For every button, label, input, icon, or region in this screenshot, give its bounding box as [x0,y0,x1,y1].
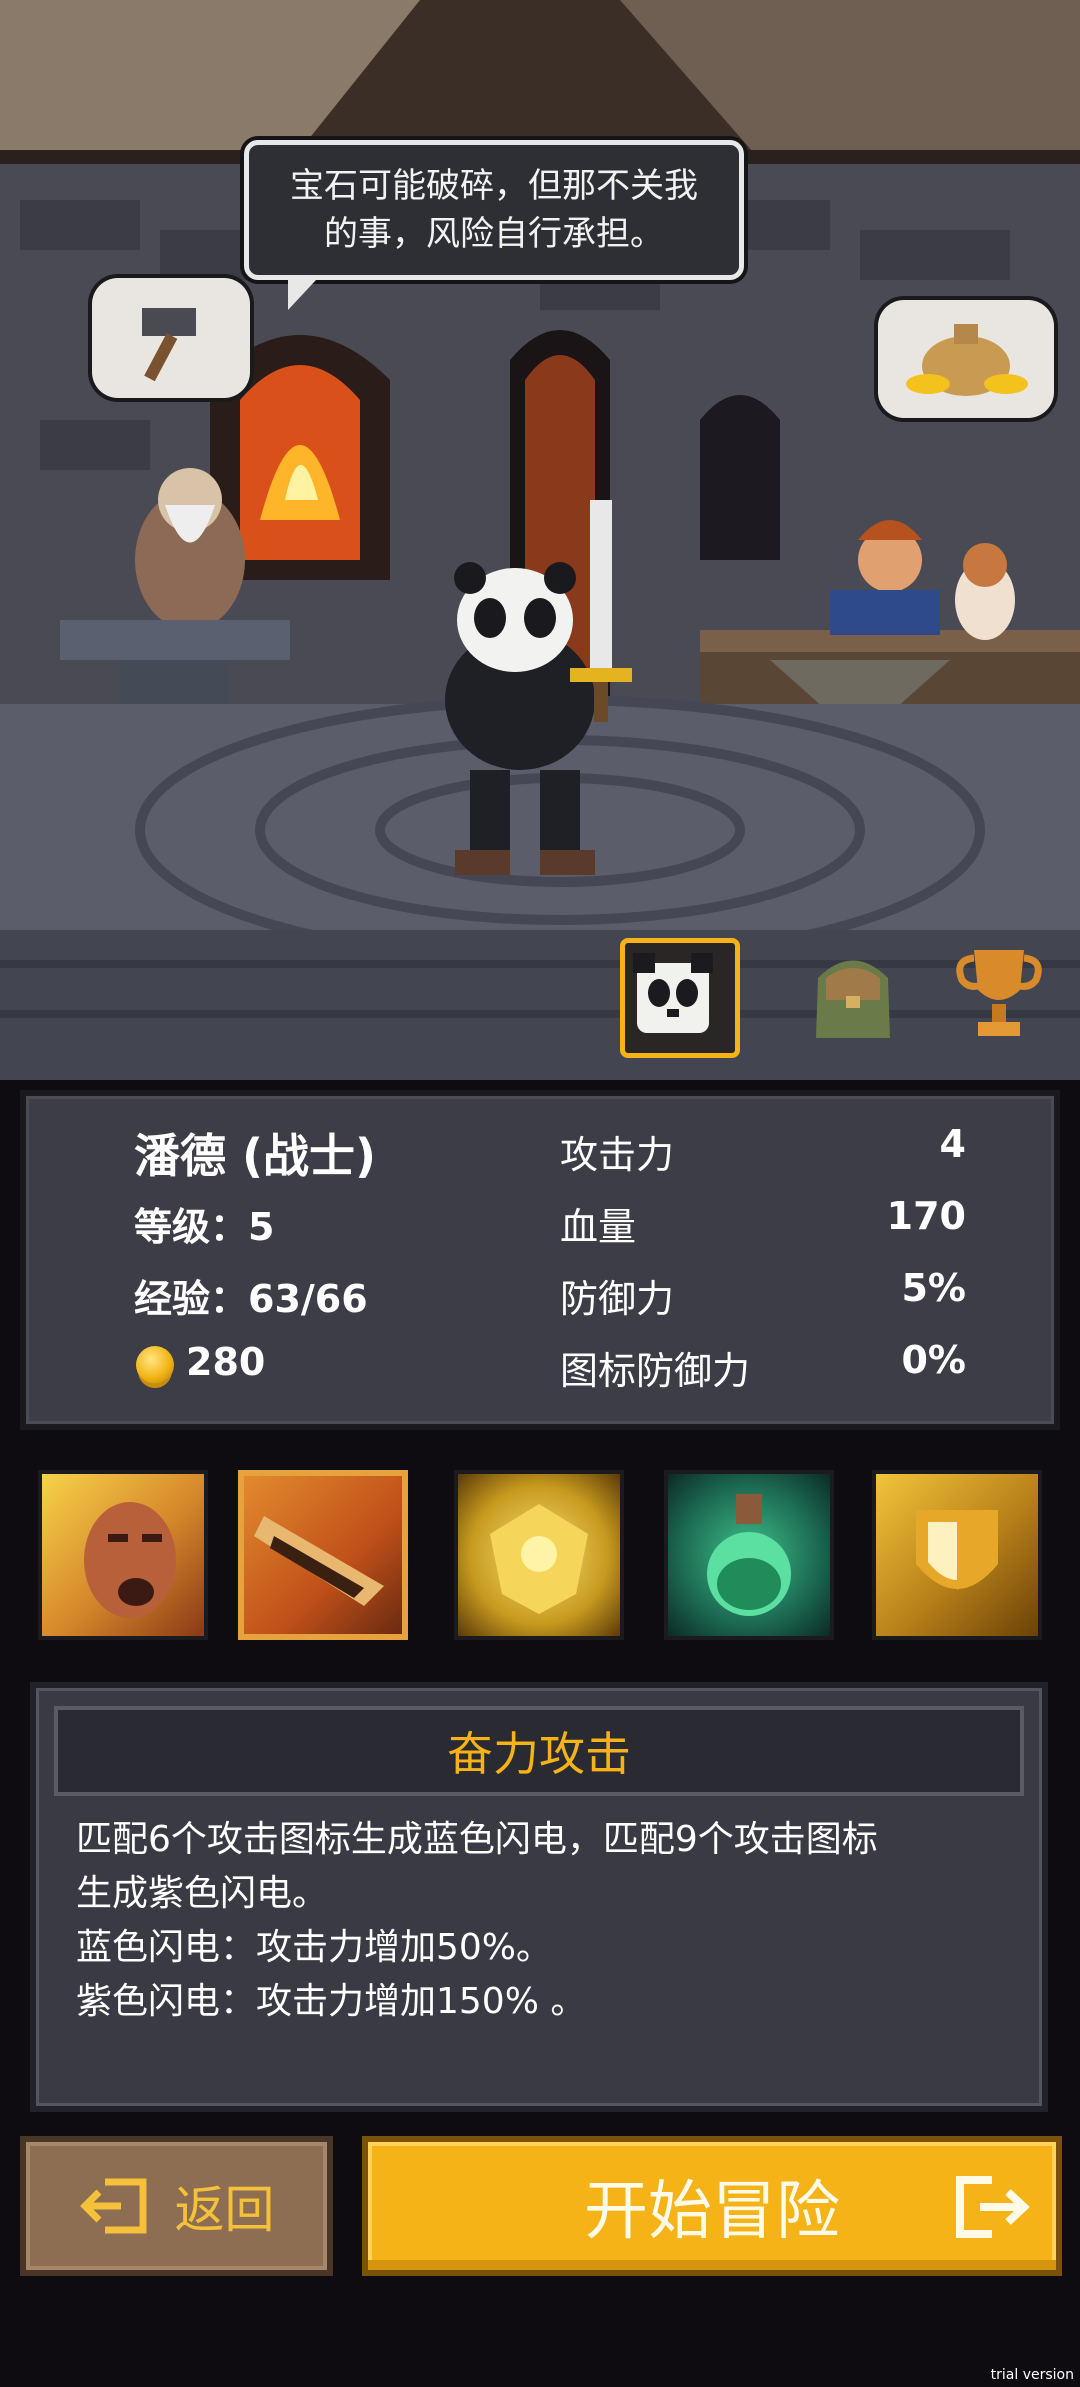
power-strike-icon [254,1516,384,1606]
description-line: 蓝色闪电：攻击力增加50%。 [76,1927,553,1968]
tab-inventory[interactable] [798,938,918,1058]
hp-value: 170 [886,1194,966,1238]
blacksmith-bubble[interactable] [92,278,250,398]
roar-icon [84,1502,176,1618]
hero-stats-panel: 潘德 (战士) 等级：5 经验：63/66 280 攻击力 4 血量 170 防… [20,1090,1060,1430]
hammer-icon [142,308,196,382]
start-adventure-button[interactable]: 开始冒险 [362,2136,1062,2276]
skill-description-panel: 奋力攻击 匹配6个攻击图标生成蓝色闪电，匹配9个攻击图标 生成紫色闪电。 蓝色闪… [30,1682,1048,2112]
skill-potion[interactable] [664,1470,834,1640]
potion-icon [707,1494,791,1616]
icon-defense-label: 图标防御力 [560,1349,751,1393]
exit-right-icon [956,2176,1030,2238]
icon-defense-value: 0% [901,1338,966,1382]
back-label: 返回 [174,2181,275,2239]
description-line: 生成紫色闪电。 [76,1873,329,1914]
skill-golden-armor[interactable] [454,1470,624,1640]
attack-value: 4 [939,1122,966,1166]
golden-armor-icon [490,1504,588,1614]
skill-power-strike[interactable] [238,1470,408,1640]
money-bag-icon [906,324,1028,396]
description-line: 匹配6个攻击图标生成蓝色闪电，匹配9个攻击图标 [76,1819,878,1860]
trial-watermark: trial version [990,2367,1074,2383]
shield-icon [916,1510,998,1590]
trophy-icon [956,950,1042,1036]
skill-roar[interactable] [38,1470,208,1640]
npc-speech-bubble: 宝石可能破碎，但那不关我的事，风险自行承担。 [244,140,744,280]
gold-coin-icon [136,1345,174,1384]
gold-amount: 280 [186,1340,266,1384]
tab-trophies[interactable] [944,938,1064,1058]
exit-left-icon [79,2178,146,2234]
backpack-icon [816,960,890,1038]
panda-face-icon [633,953,713,1033]
tavern-scene: 宝石可能破碎，但那不关我的事，风险自行承担。 [0,0,1080,1080]
defense-label: 防御力 [560,1277,675,1321]
attack-label: 攻击力 [560,1133,675,1177]
speech-tail [288,280,316,310]
defense-value: 5% [901,1266,966,1310]
merchant-bubble[interactable] [878,300,1054,418]
description-line: 紫色闪电：攻击力增加150% 。 [76,1981,587,2022]
hero-level: 等级：5 [134,1205,275,1249]
skill-shield[interactable] [872,1470,1042,1640]
hero-name: 潘德 (战士) [134,1129,377,1183]
skill-description-text: 匹配6个攻击图标生成蓝色闪电，匹配9个攻击图标 生成紫色闪电。 蓝色闪电：攻击力… [76,1813,1026,2029]
tab-hero[interactable] [620,938,740,1058]
hero-exp: 经验：63/66 [134,1277,368,1321]
gold-display: 280 [136,1340,265,1384]
back-button[interactable]: 返回 [20,2136,333,2276]
skill-title: 奋力攻击 [54,1706,1024,1796]
hp-label: 血量 [560,1205,637,1249]
start-label: 开始冒险 [584,2175,840,2249]
